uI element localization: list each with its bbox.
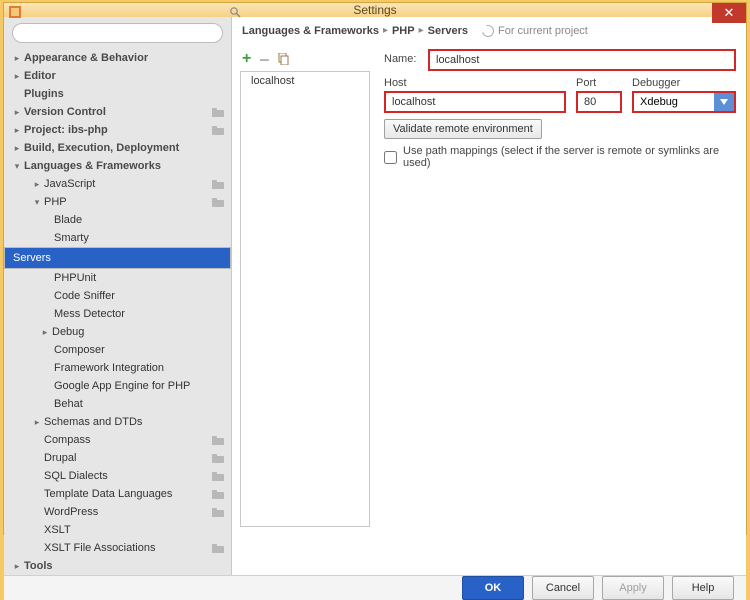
dialog-buttons: OK Cancel Apply Help	[4, 575, 746, 600]
tree-item-plugins[interactable]: Plugins	[4, 85, 231, 103]
remove-server-button[interactable]: –	[259, 56, 269, 62]
tree-item-code-sniffer[interactable]: Code Sniffer	[4, 287, 231, 305]
project-badge-icon	[211, 488, 225, 500]
use-path-mappings-input[interactable]	[384, 151, 397, 164]
port-input[interactable]	[576, 91, 622, 113]
port-label: Port	[576, 77, 622, 89]
tree-item-tools[interactable]: ▸Tools	[4, 557, 231, 575]
titlebar: Settings ✕	[4, 3, 746, 17]
tree-item-build[interactable]: ▸Build, Execution, Deployment	[4, 139, 231, 157]
project-badge-icon	[211, 124, 225, 136]
host-label: Host	[384, 77, 566, 89]
validate-button[interactable]: Validate remote environment	[384, 119, 542, 139]
chevron-down-icon	[714, 93, 734, 111]
for-current-project-badge: For current project	[482, 25, 588, 37]
tree-item-appearance[interactable]: ▸Appearance & Behavior	[4, 49, 231, 67]
debugger-label: Debugger	[632, 77, 736, 89]
tree-item-blade[interactable]: Blade	[4, 211, 231, 229]
tree-item-version-control[interactable]: ▸Version Control	[4, 103, 231, 121]
tree-item-template-langs[interactable]: Template Data Languages	[4, 485, 231, 503]
copy-server-button[interactable]	[277, 53, 289, 65]
search-icon	[229, 6, 241, 18]
breadcrumb-c: Servers	[428, 25, 468, 37]
project-badge-icon	[211, 470, 225, 482]
breadcrumb: Languages & Frameworks ▸ PHP ▸ Servers F…	[232, 17, 746, 45]
tree-item-compass[interactable]: Compass	[4, 431, 231, 449]
add-server-button[interactable]: +	[242, 50, 251, 68]
reset-icon	[480, 22, 496, 38]
project-badge-icon	[211, 452, 225, 464]
tree-item-gae[interactable]: Google App Engine for PHP	[4, 377, 231, 395]
tree-item-project[interactable]: ▸Project: ibs-php	[4, 121, 231, 139]
apply-button[interactable]: Apply	[602, 576, 664, 600]
chevron-right-icon: ▸	[419, 25, 424, 36]
settings-tree-panel: ▸Appearance & Behavior ▸Editor Plugins ▸…	[4, 17, 232, 575]
tree-item-schemas[interactable]: ▸Schemas and DTDs	[4, 413, 231, 431]
project-badge-icon	[211, 196, 225, 208]
help-button[interactable]: Help	[672, 576, 734, 600]
project-badge-icon	[211, 542, 225, 554]
tree-item-xslt-assoc[interactable]: XSLT File Associations	[4, 539, 231, 557]
server-list[interactable]: localhost	[240, 71, 370, 527]
tree-item-sql[interactable]: SQL Dialects	[4, 467, 231, 485]
cancel-button[interactable]: Cancel	[532, 576, 594, 600]
use-path-mappings-checkbox[interactable]: Use path mappings (select if the server …	[384, 145, 736, 169]
app-icon	[8, 5, 22, 19]
tree-item-javascript[interactable]: ▸JavaScript	[4, 175, 231, 193]
tree-item-editor[interactable]: ▸Editor	[4, 67, 231, 85]
tree-item-behat[interactable]: Behat	[4, 395, 231, 413]
project-badge-icon	[211, 506, 225, 518]
server-list-item[interactable]: localhost	[241, 72, 369, 90]
tree-item-php[interactable]: ▾PHP	[4, 193, 231, 211]
breadcrumb-b[interactable]: PHP	[392, 25, 415, 37]
name-input[interactable]	[428, 49, 736, 71]
tree-item-smarty[interactable]: Smarty	[4, 229, 231, 247]
host-input[interactable]	[384, 91, 566, 113]
tree-item-framework-integration[interactable]: Framework Integration	[4, 359, 231, 377]
search-input[interactable]	[12, 23, 223, 43]
project-badge-icon	[211, 178, 225, 190]
tree-item-composer[interactable]: Composer	[4, 341, 231, 359]
chevron-right-icon: ▸	[383, 25, 388, 36]
name-label: Name:	[384, 53, 428, 65]
tree-item-xslt[interactable]: XSLT	[4, 521, 231, 539]
window-title: Settings	[353, 3, 396, 17]
tree-item-phpunit[interactable]: PHPUnit	[4, 269, 231, 287]
tree-item-debug[interactable]: ▸Debug	[4, 323, 231, 341]
ok-button[interactable]: OK	[462, 576, 524, 600]
project-badge-icon	[211, 106, 225, 118]
tree-item-servers[interactable]: Servers	[4, 247, 231, 269]
tree-item-lang-fw[interactable]: ▾Languages & Frameworks	[4, 157, 231, 175]
tree-item-drupal[interactable]: Drupal	[4, 449, 231, 467]
settings-tree[interactable]: ▸Appearance & Behavior ▸Editor Plugins ▸…	[4, 49, 231, 575]
breadcrumb-a[interactable]: Languages & Frameworks	[242, 25, 379, 37]
debugger-value: Xdebug	[640, 96, 678, 108]
use-path-mappings-label: Use path mappings (select if the server …	[403, 145, 736, 169]
tree-item-mess-detector[interactable]: Mess Detector	[4, 305, 231, 323]
tree-item-wordpress[interactable]: WordPress	[4, 503, 231, 521]
debugger-select[interactable]: Xdebug	[632, 91, 736, 113]
close-button[interactable]: ✕	[712, 3, 746, 23]
project-badge-icon	[211, 434, 225, 446]
